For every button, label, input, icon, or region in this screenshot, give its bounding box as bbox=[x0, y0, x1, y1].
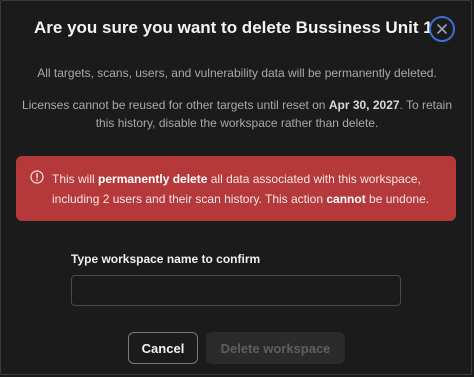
delete-workspace-button[interactable]: Delete workspace bbox=[206, 332, 345, 364]
close-icon bbox=[437, 24, 447, 34]
alert-text-part3: be undone. bbox=[365, 192, 430, 206]
warning-alert: This will permanently delete all data as… bbox=[16, 156, 456, 221]
licenses-note-prefix: Licenses cannot be reused for other targ… bbox=[21, 98, 329, 112]
delete-workspace-dialog: Are you sure you want to delete Bussines… bbox=[0, 0, 472, 375]
reset-date: Apr 30, 2027 bbox=[328, 98, 400, 112]
licenses-note: Licenses cannot be reused for other targ… bbox=[11, 96, 463, 132]
deletion-description: All targets, scans, users, and vulnerabi… bbox=[37, 66, 437, 80]
cancel-button[interactable]: Cancel bbox=[128, 332, 198, 364]
confirm-field-label: Type workspace name to confirm bbox=[71, 252, 261, 266]
alert-text-part1: This will bbox=[52, 172, 99, 186]
close-button[interactable] bbox=[429, 16, 455, 42]
alert-message: This will permanently delete all data as… bbox=[52, 169, 447, 209]
alert-emphasis-cannot: cannot bbox=[326, 192, 366, 206]
alert-emphasis-permanently-delete: permanently delete bbox=[98, 172, 208, 186]
dialog-title: Are you sure you want to delete Bussines… bbox=[34, 18, 444, 37]
workspace-name-input[interactable] bbox=[71, 275, 401, 306]
info-circle-icon bbox=[30, 170, 44, 184]
